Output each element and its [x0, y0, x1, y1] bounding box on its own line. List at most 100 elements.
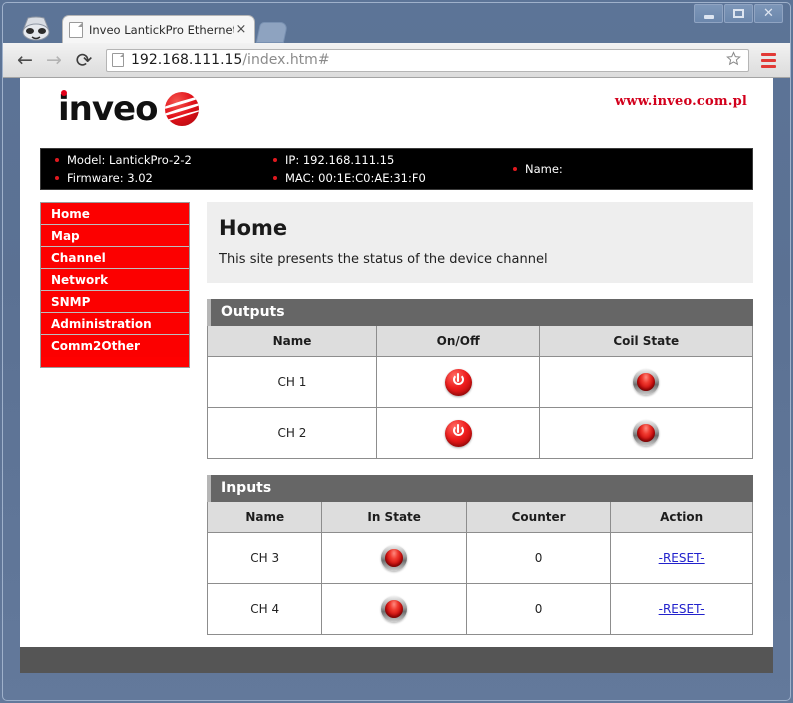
- sidebar-item-map[interactable]: Map: [41, 225, 189, 247]
- address-bar[interactable]: 192.168.111.15/index.htm#: [106, 48, 749, 72]
- info-mac: MAC: 00:1E:C0:AE:31:F0: [273, 169, 513, 187]
- outputs-col-onoff: On/Off: [375, 326, 541, 357]
- logo-text: inveo: [58, 89, 158, 129]
- browser-tab[interactable]: Inveo LantickPro Ethernet ×: [62, 15, 255, 43]
- url-path: /index.htm#: [242, 52, 330, 68]
- output-onoff-cell: [375, 356, 541, 408]
- onoff-wrap: [378, 419, 539, 447]
- table-row: CH 2: [207, 407, 753, 459]
- outputs-col-name: Name: [207, 326, 377, 357]
- maximize-button[interactable]: [724, 4, 753, 23]
- page-viewport: inveo www.inveo.com.pl Model: LantickPro…: [20, 78, 773, 673]
- coil-state-led-icon: [633, 369, 660, 395]
- output-coil-cell: [539, 356, 753, 408]
- sidebar-item-home[interactable]: Home: [41, 203, 189, 225]
- new-tab-button[interactable]: [255, 22, 289, 43]
- page-body: Home Map Channel Network SNMP Administra…: [38, 202, 755, 673]
- close-icon: ✕: [763, 6, 774, 21]
- outputs-col-coilstate: Coil State: [539, 326, 753, 357]
- reset-link[interactable]: -RESET-: [659, 602, 705, 616]
- inputs-col-action: Action: [610, 502, 753, 533]
- browser-toolbar: ← → ⟳ 192.168.111.15/index.htm#: [3, 43, 790, 78]
- info-firmware: Firmware: 3.02: [55, 169, 273, 187]
- incognito-icon: [14, 13, 58, 43]
- input-action-cell: -RESET-: [610, 532, 753, 584]
- bookmark-star-icon[interactable]: [726, 50, 741, 70]
- minimize-icon: [703, 14, 714, 19]
- inputs-col-counter: Counter: [465, 502, 612, 533]
- outputs-header-row: Name On/Off Coil State: [207, 326, 753, 357]
- output-onoff-cell: [375, 407, 541, 459]
- hamburger-icon-bar: [760, 52, 776, 56]
- inputs-col-instate: In State: [321, 502, 467, 533]
- outputs-table: Name On/Off Coil State CH 1 CH 2: [207, 326, 753, 459]
- window-controls: ✕: [693, 4, 783, 23]
- url-text: 192.168.111.15/index.htm#: [131, 52, 726, 68]
- input-state-cell: [321, 583, 467, 635]
- coil-wrap: [541, 369, 751, 395]
- device-info-bar: Model: LantickPro-2-2 Firmware: 3.02 IP:…: [40, 148, 753, 190]
- output-coil-cell: [539, 407, 753, 459]
- info-column-device: Model: LantickPro-2-2 Firmware: 3.02: [55, 151, 273, 187]
- onoff-wrap: [378, 368, 539, 396]
- sidebar-item-snmp[interactable]: SNMP: [41, 291, 189, 313]
- browser-tabstrip: Inveo LantickPro Ethernet × ✕: [0, 0, 793, 43]
- page-favicon-icon: [69, 21, 83, 38]
- inveo-logo: inveo: [58, 89, 200, 129]
- table-row: CH 4 0 -RESET-: [206, 583, 753, 635]
- input-state-cell: [321, 532, 467, 584]
- led-core: [637, 373, 656, 391]
- close-button[interactable]: ✕: [754, 4, 783, 23]
- info-column-name: Name:: [513, 160, 731, 178]
- back-button[interactable]: ←: [12, 47, 38, 73]
- outputs-section: Outputs Name On/Off Coil State CH 1 CH 2: [207, 299, 753, 459]
- led-core: [385, 549, 404, 567]
- page-bottom-bar: [20, 647, 773, 673]
- inputs-section: Inputs Name In State Counter Action CH 3…: [206, 475, 753, 635]
- sidebar-item-comm2other[interactable]: Comm2Other: [41, 335, 189, 357]
- page-subtitle: This site presents the status of the dev…: [219, 252, 548, 267]
- browser-menu-button[interactable]: [755, 47, 781, 73]
- inputs-table: Name In State Counter Action CH 3 0 -RES…: [206, 502, 753, 635]
- inputs-header-row: Name In State Counter Action: [206, 502, 753, 533]
- reset-link[interactable]: -RESET-: [659, 551, 705, 565]
- info-ip: IP: 192.168.111.15: [273, 151, 513, 169]
- page-title: Home: [219, 216, 288, 240]
- info-model: Model: LantickPro-2-2: [55, 151, 273, 169]
- sidebar-item-administration[interactable]: Administration: [41, 313, 189, 335]
- device-web-page: inveo www.inveo.com.pl Model: LantickPro…: [20, 78, 773, 673]
- inputs-col-name: Name: [206, 502, 323, 533]
- led-core: [385, 600, 404, 618]
- reload-button[interactable]: ⟳: [71, 47, 97, 73]
- tab-title: Inveo LantickPro Ethernet: [89, 22, 234, 37]
- coil-wrap: [541, 420, 751, 446]
- table-row: CH 1: [207, 356, 753, 408]
- in-state-led-icon: [381, 596, 408, 622]
- output-name-cell: CH 2: [207, 407, 377, 459]
- hamburger-icon-bar: [760, 64, 776, 68]
- input-counter-cell: 0: [465, 532, 612, 584]
- power-button-icon[interactable]: [444, 419, 472, 447]
- sidebar-item-network[interactable]: Network: [41, 269, 189, 291]
- minimize-button[interactable]: [694, 4, 723, 23]
- site-header: inveo www.inveo.com.pl: [38, 78, 755, 148]
- site-url-link[interactable]: www.inveo.com.pl: [615, 94, 747, 109]
- input-name-cell: CH 3: [206, 532, 323, 584]
- address-favicon-icon: [112, 53, 124, 67]
- sidebar-nav: Home Map Channel Network SNMP Administra…: [40, 202, 190, 368]
- sidebar-item-channel[interactable]: Channel: [41, 247, 189, 269]
- tab-close-icon[interactable]: ×: [234, 23, 248, 37]
- url-host: 192.168.111.15: [131, 52, 243, 68]
- logo-wordmark: inveo: [58, 89, 158, 129]
- coil-state-led-icon: [633, 420, 660, 446]
- input-action-cell: -RESET-: [610, 583, 753, 635]
- inputs-section-title: Inputs: [207, 475, 753, 502]
- info-column-network: IP: 192.168.111.15 MAC: 00:1E:C0:AE:31:F…: [273, 151, 513, 187]
- browser-window: Inveo LantickPro Ethernet × ✕ ← → ⟳ 192.…: [0, 0, 793, 703]
- main-content: Home This site presents the status of th…: [206, 202, 755, 673]
- input-name-cell: CH 4: [206, 583, 323, 635]
- forward-button[interactable]: →: [41, 47, 67, 73]
- maximize-icon: [733, 9, 744, 18]
- power-button-icon[interactable]: [444, 368, 472, 396]
- outputs-section-title: Outputs: [207, 299, 753, 326]
